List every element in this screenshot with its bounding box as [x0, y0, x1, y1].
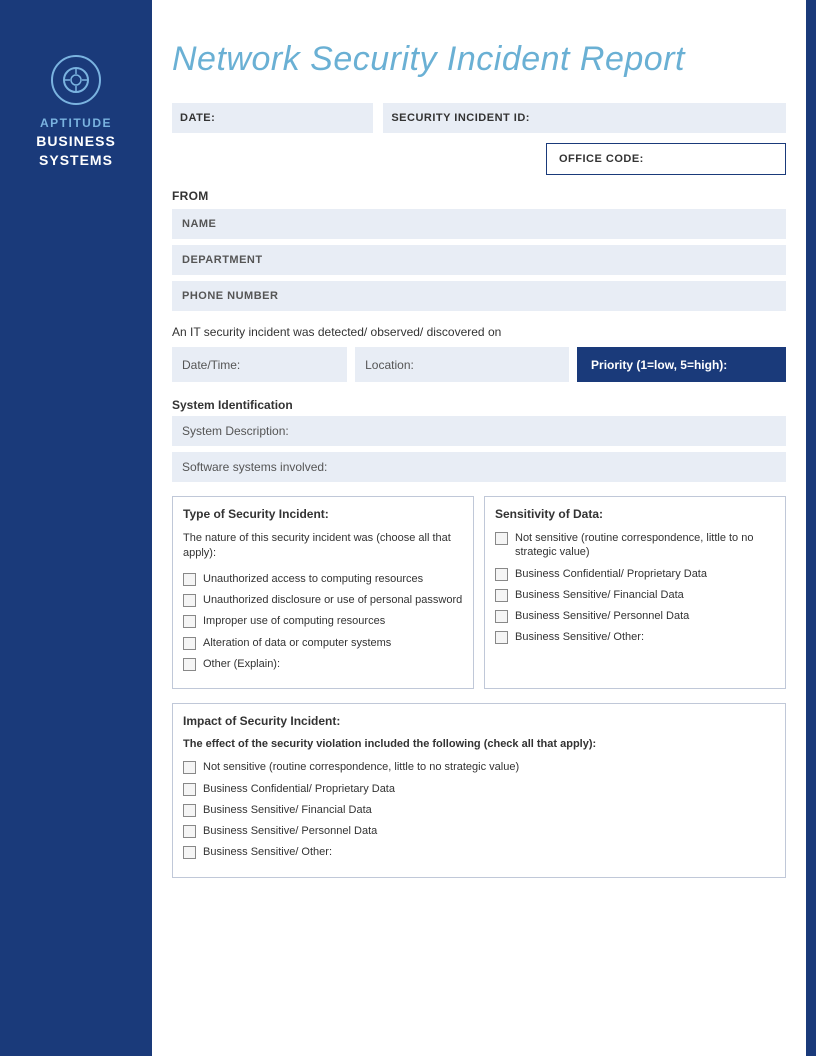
- name-field[interactable]: NAME: [172, 209, 786, 239]
- incident-label-0: Unauthorized access to computing resourc…: [203, 572, 423, 586]
- from-label: FROM: [172, 189, 786, 203]
- date-label: DATE:: [180, 112, 215, 124]
- date-block: DATE:: [172, 103, 373, 133]
- system-description-label: System Description:: [182, 424, 289, 438]
- location-field[interactable]: Location:: [355, 347, 569, 382]
- detected-row: Date/Time: Location: Priority (1=low, 5=…: [172, 347, 786, 382]
- impact-label-0: Not sensitive (routine correspondence, l…: [203, 760, 519, 774]
- sensitivity-label-3: Business Sensitive/ Personnel Data: [515, 609, 689, 623]
- priority-field[interactable]: Priority (1=low, 5=high):: [577, 347, 786, 382]
- checkbox-incident-0[interactable]: [183, 573, 196, 586]
- sensitivity-box: Sensitivity of Data: Not sensitive (rout…: [484, 496, 786, 689]
- company-line3: SYSTEMS: [36, 151, 116, 171]
- impact-title: Impact of Security Incident:: [183, 714, 775, 728]
- company-line2: BUSINESS: [36, 132, 116, 152]
- checkbox-incident-1[interactable]: [183, 594, 196, 607]
- checkbox-impact-2[interactable]: [183, 804, 196, 817]
- datetime-field[interactable]: Date/Time:: [172, 347, 347, 382]
- checkbox-incident-3[interactable]: [183, 637, 196, 650]
- checkbox-impact-3[interactable]: [183, 825, 196, 838]
- incident-type-box: Type of Security Incident: The nature of…: [172, 496, 474, 689]
- department-label: DEPARTMENT: [182, 254, 263, 266]
- phone-field[interactable]: PHONE NUMBER: [172, 281, 786, 311]
- company-logo-icon: [51, 55, 101, 105]
- location-label: Location:: [365, 358, 414, 372]
- datetime-label: Date/Time:: [182, 358, 240, 372]
- list-item: Other (Explain):: [183, 657, 463, 671]
- list-item: Business Confidential/ Proprietary Data: [183, 782, 775, 796]
- checkbox-impact-0[interactable]: [183, 761, 196, 774]
- list-item: Business Sensitive/ Other:: [495, 630, 775, 644]
- checkbox-impact-4[interactable]: [183, 846, 196, 859]
- priority-label: Priority (1=low, 5=high):: [591, 358, 727, 372]
- list-item: Not sensitive (routine correspondence, l…: [183, 760, 775, 774]
- checkbox-sensitivity-3[interactable]: [495, 610, 508, 623]
- impact-label-4: Business Sensitive/ Other:: [203, 845, 332, 859]
- impact-section: Impact of Security Incident: The effect …: [172, 703, 786, 877]
- detected-text: An IT security incident was detected/ ob…: [172, 325, 786, 339]
- list-item: Business Sensitive/ Financial Data: [183, 803, 775, 817]
- company-line1: APTITUDE: [36, 115, 116, 132]
- system-identification-header: System Identification: [172, 398, 786, 412]
- two-col-section: Type of Security Incident: The nature of…: [172, 496, 786, 689]
- phone-label: PHONE NUMBER: [182, 290, 278, 302]
- scrollbar[interactable]: [806, 0, 816, 1056]
- name-label: NAME: [182, 218, 216, 230]
- software-label: Software systems involved:: [182, 460, 327, 474]
- date-incident-row: DATE: SECURITY INCIDENT ID:: [172, 103, 786, 133]
- office-code-row: OFFICE CODE:: [172, 143, 786, 175]
- incident-label-1: Unauthorized disclosure or use of person…: [203, 593, 462, 607]
- incident-label-2: Improper use of computing resources: [203, 614, 385, 628]
- date-field[interactable]: DATE:: [172, 103, 373, 133]
- department-field[interactable]: DEPARTMENT: [172, 245, 786, 275]
- checkbox-sensitivity-4[interactable]: [495, 631, 508, 644]
- office-code-label: OFFICE CODE:: [559, 153, 644, 165]
- checkbox-incident-4[interactable]: [183, 658, 196, 671]
- checkbox-sensitivity-0[interactable]: [495, 532, 508, 545]
- list-item: Business Sensitive/ Personnel Data: [495, 609, 775, 623]
- sensitivity-label-0: Not sensitive (routine correspondence, l…: [515, 531, 775, 560]
- software-field[interactable]: Software systems involved:: [172, 452, 786, 482]
- list-item: Alteration of data or computer systems: [183, 636, 463, 650]
- list-item: Not sensitive (routine correspondence, l…: [495, 531, 775, 560]
- checkbox-impact-1[interactable]: [183, 783, 196, 796]
- incident-id-label: SECURITY INCIDENT ID:: [391, 112, 530, 124]
- impact-label-3: Business Sensitive/ Personnel Data: [203, 824, 377, 838]
- checkbox-incident-2[interactable]: [183, 615, 196, 628]
- list-item: Business Sensitive/ Financial Data: [495, 588, 775, 602]
- main-content: Network Security Incident Report DATE: S…: [152, 0, 806, 912]
- incident-id-block: SECURITY INCIDENT ID:: [383, 103, 786, 133]
- report-title: Network Security Incident Report: [172, 40, 786, 79]
- sidebar: APTITUDE BUSINESS SYSTEMS: [0, 0, 152, 1056]
- list-item: Business Sensitive/ Personnel Data: [183, 824, 775, 838]
- impact-label-1: Business Confidential/ Proprietary Data: [203, 782, 395, 796]
- office-code-field[interactable]: OFFICE CODE:: [546, 143, 786, 175]
- system-description-field[interactable]: System Description:: [172, 416, 786, 446]
- incident-label-4: Other (Explain):: [203, 657, 280, 671]
- impact-label-2: Business Sensitive/ Financial Data: [203, 803, 372, 817]
- effect-text: The effect of the security violation inc…: [183, 738, 775, 750]
- incident-id-field[interactable]: SECURITY INCIDENT ID:: [383, 103, 786, 133]
- list-item: Business Sensitive/ Other:: [183, 845, 775, 859]
- company-name: APTITUDE BUSINESS SYSTEMS: [36, 115, 116, 171]
- incident-label-3: Alteration of data or computer systems: [203, 636, 391, 650]
- list-item: Improper use of computing resources: [183, 614, 463, 628]
- list-item: Unauthorized access to computing resourc…: [183, 572, 463, 586]
- sensitivity-label-4: Business Sensitive/ Other:: [515, 630, 644, 644]
- incident-type-title: Type of Security Incident:: [183, 507, 463, 521]
- sensitivity-label-1: Business Confidential/ Proprietary Data: [515, 567, 707, 581]
- list-item: Unauthorized disclosure or use of person…: [183, 593, 463, 607]
- nature-text: The nature of this security incident was…: [183, 531, 463, 562]
- sensitivity-label-2: Business Sensitive/ Financial Data: [515, 588, 684, 602]
- list-item: Business Confidential/ Proprietary Data: [495, 567, 775, 581]
- checkbox-sensitivity-2[interactable]: [495, 589, 508, 602]
- sensitivity-title: Sensitivity of Data:: [495, 507, 775, 521]
- checkbox-sensitivity-1[interactable]: [495, 568, 508, 581]
